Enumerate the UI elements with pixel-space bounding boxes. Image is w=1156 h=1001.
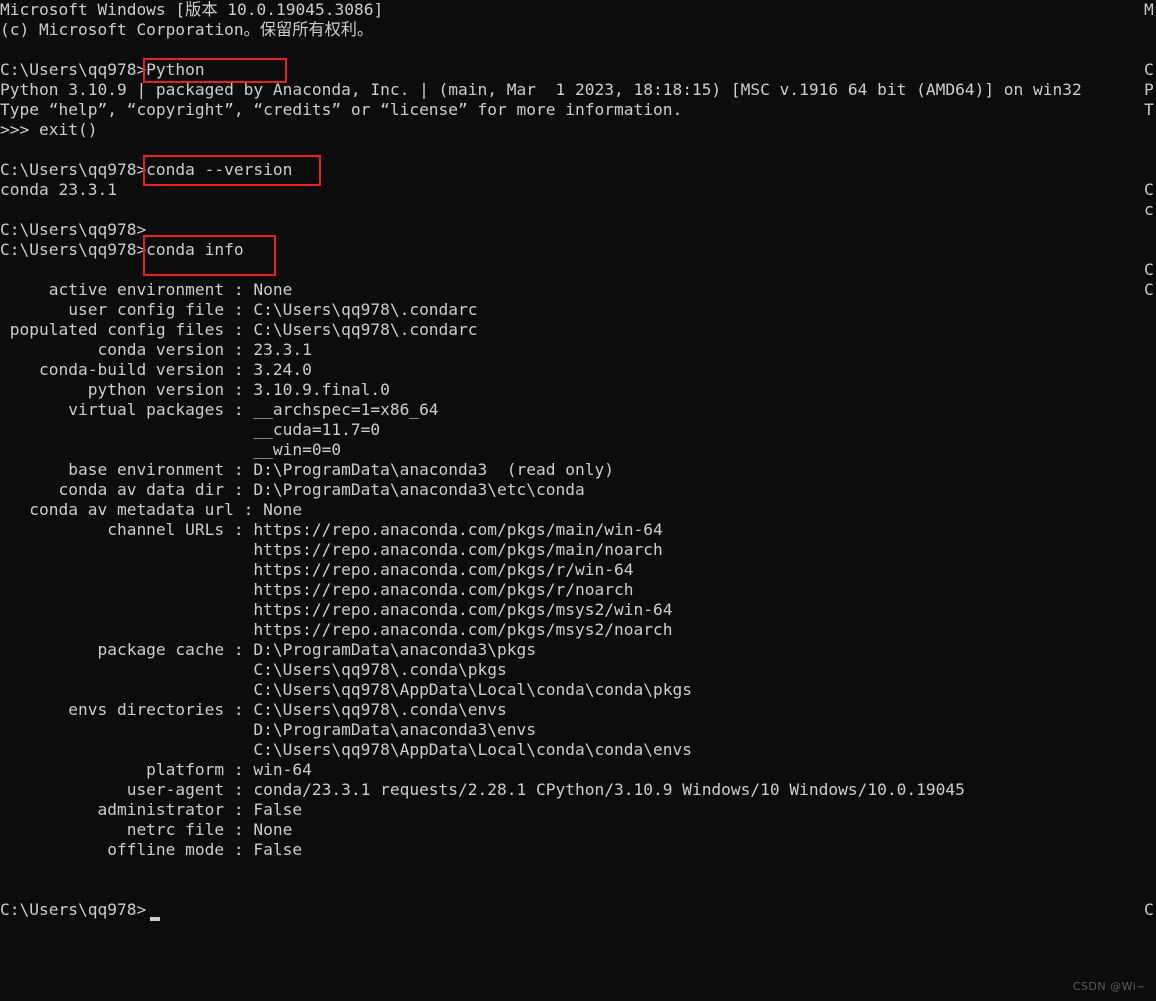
console-line: active environment : None — [0, 280, 293, 299]
console-line: __win=0=0 — [0, 440, 342, 459]
console-line: https://repo.anaconda.com/pkgs/msys2/win… — [0, 600, 673, 619]
console-line: populated config files : C:\Users\qq978\… — [0, 320, 478, 339]
console-output[interactable]: Microsoft Windows [版本 10.0.19045.3086] (c… — [0, 0, 1156, 920]
console-line: __cuda=11.7=0 — [0, 420, 381, 439]
text-cursor — [150, 917, 160, 921]
csdn-watermark: CSDN @Wi~ — [1072, 980, 1146, 993]
annotation-box-python-command — [143, 58, 287, 83]
console-line: https://repo.anaconda.com/pkgs/r/noarch — [0, 580, 634, 599]
console-line: https://repo.anaconda.com/pkgs/main/noar… — [0, 540, 663, 559]
console-line: (c) Microsoft Corporation。保留所有权利。 — [0, 20, 374, 39]
console-line: user config file : C:\Users\qq978\.conda… — [0, 300, 478, 319]
console-line: base environment : D:\ProgramData\anacon… — [0, 460, 614, 479]
console-line: python version : 3.10.9.final.0 — [0, 380, 390, 399]
console-line: offline mode : False — [0, 840, 303, 859]
console-line: conda av data dir : D:\ProgramData\anaco… — [0, 480, 585, 499]
console-line: D:\ProgramData\anaconda3\envs — [0, 720, 537, 739]
annotation-box-conda-info-command — [143, 235, 276, 276]
right-edge-strip — [1144, 0, 1156, 1001]
console-line: C:\Users\qq978\AppData\Local\conda\conda… — [0, 740, 692, 759]
console-line: Type “help”, “copyright”, “credits” or “… — [0, 100, 683, 119]
console-line: channel URLs : https://repo.anaconda.com… — [0, 520, 663, 539]
console-line: https://repo.anaconda.com/pkgs/msys2/noa… — [0, 620, 673, 639]
console-line: >>> exit() — [0, 120, 98, 139]
console-line: user-agent : conda/23.3.1 requests/2.28.… — [0, 780, 965, 799]
console-line: https://repo.anaconda.com/pkgs/r/win-64 — [0, 560, 634, 579]
console-line: platform : win-64 — [0, 760, 312, 779]
console-line: C:\Users\qq978\AppData\Local\conda\conda… — [0, 680, 692, 699]
console-line: C:\Users\qq978> — [0, 900, 147, 919]
console-line: conda-build version : 3.24.0 — [0, 360, 312, 379]
console-line: Microsoft Windows [版本 10.0.19045.3086] — [0, 0, 384, 19]
console-line: envs directories : C:\Users\qq978\.conda… — [0, 700, 507, 719]
annotation-box-conda-version-command — [143, 155, 321, 186]
console-line: package cache : D:\ProgramData\anaconda3… — [0, 640, 537, 659]
console-line: netrc file : None — [0, 820, 293, 839]
terminal-window[interactable]: Microsoft Windows [版本 10.0.19045.3086] (c… — [0, 0, 1156, 1001]
console-line: conda version : 23.3.1 — [0, 340, 312, 359]
console-line: conda av metadata url : None — [0, 500, 303, 519]
console-line: C:\Users\qq978\.conda\pkgs — [0, 660, 507, 679]
console-line: virtual packages : __archspec=1=x86_64 — [0, 400, 439, 419]
console-line: administrator : False — [0, 800, 303, 819]
console-line: Python 3.10.9 | packaged by Anaconda, In… — [0, 80, 1082, 99]
